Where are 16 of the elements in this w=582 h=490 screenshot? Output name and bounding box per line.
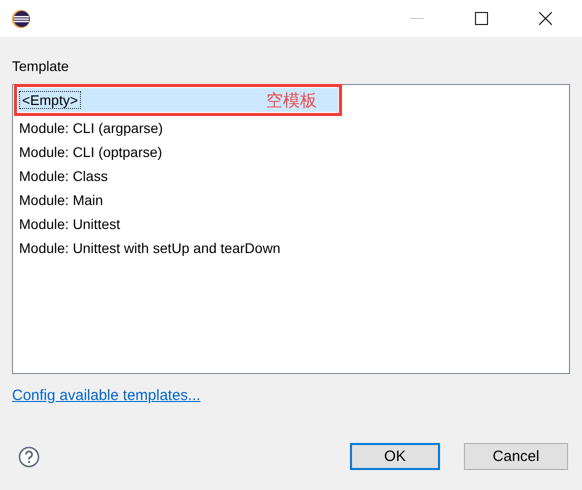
cancel-button[interactable]: Cancel [464, 443, 568, 470]
template-item[interactable]: Module: CLI (optparse) [13, 140, 569, 164]
annotation-label: 空模板 [266, 90, 317, 113]
maximize-icon[interactable] [475, 12, 488, 25]
template-item[interactable]: Module: Main [13, 188, 569, 212]
help-icon[interactable] [18, 446, 40, 468]
template-item[interactable]: Module: Unittest [13, 212, 569, 236]
ok-button[interactable]: OK [350, 443, 440, 470]
template-item[interactable]: Module: Class [13, 164, 569, 188]
config-templates-link[interactable]: Config available templates... [12, 387, 200, 404]
template-list[interactable]: <Empty> 空模板 Module: CLI (argparse) Module: CLI (optparse) Module: Class Module: Main Module: Unittest Module: Unittest with setUp and tearDown [12, 84, 570, 374]
close-icon[interactable] [539, 12, 552, 25]
template-item[interactable]: Module: CLI (argparse) [13, 116, 569, 140]
template-item[interactable]: Module: Unittest with setUp and tearDown [13, 236, 569, 260]
app-logo-icon [11, 8, 31, 28]
template-label: Template [12, 57, 70, 75]
